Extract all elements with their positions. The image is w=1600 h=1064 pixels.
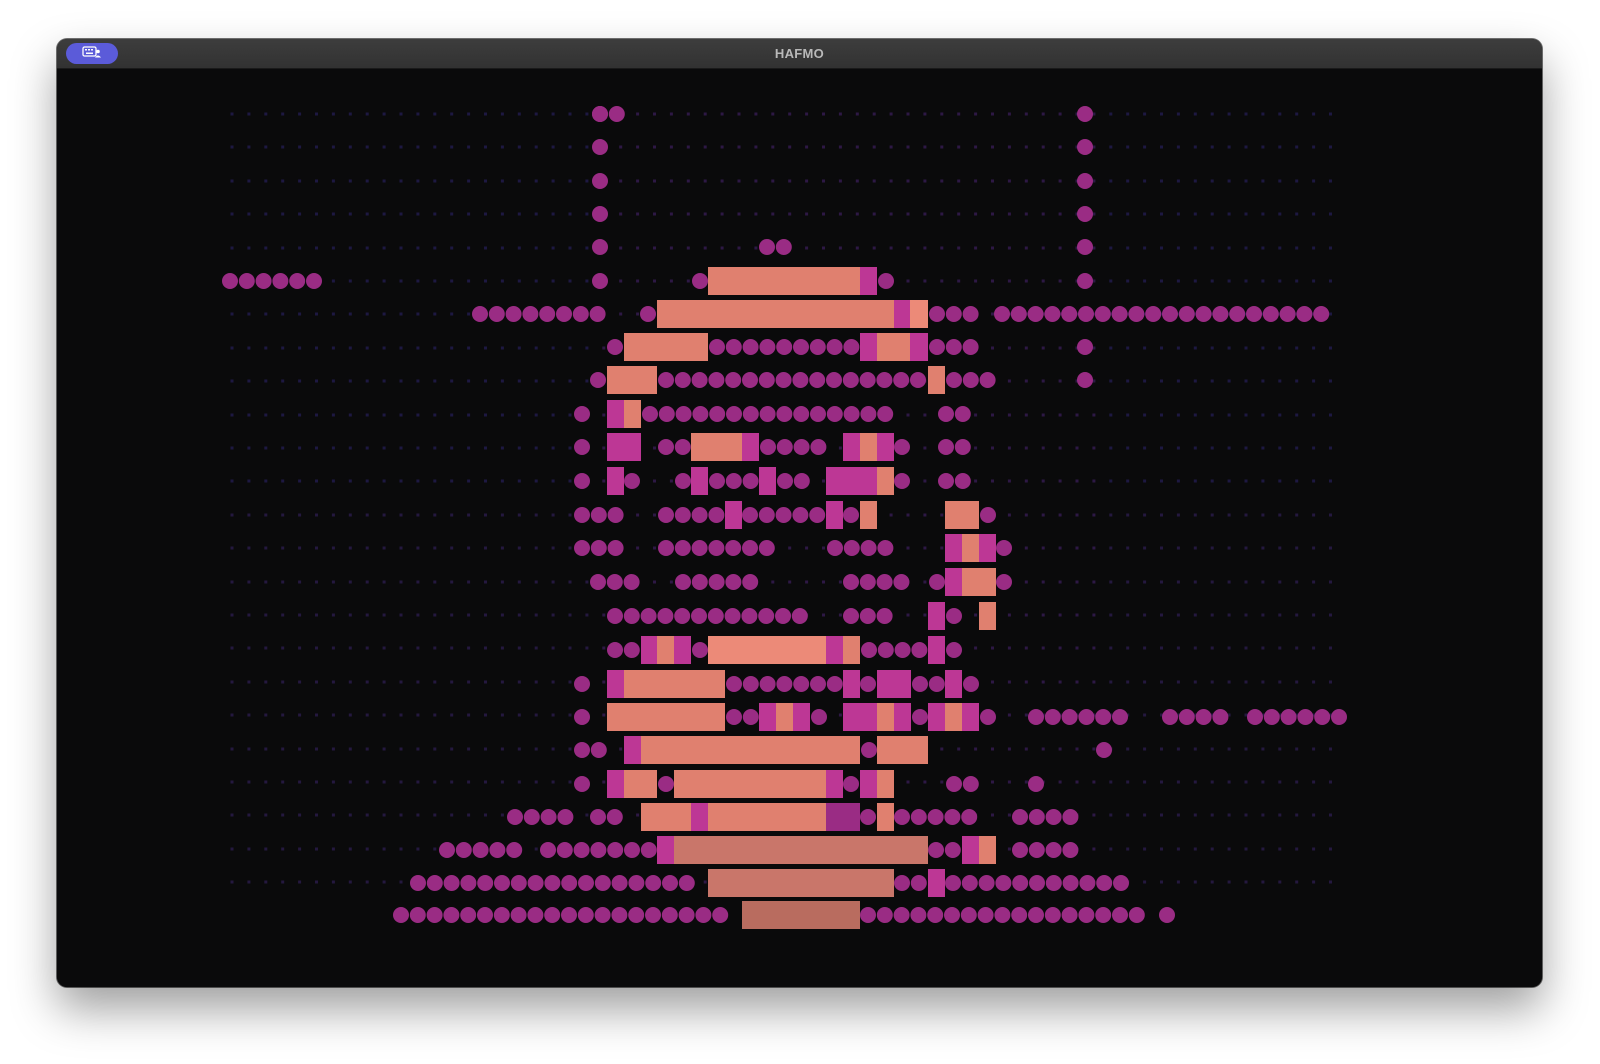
ascii-dot-portrait: [222, 106, 1347, 929]
canvas-area: [57, 69, 1542, 987]
title-bar: HAFMO: [57, 39, 1542, 69]
window-title: HAFMO: [774, 46, 825, 61]
app-window: HAFMO: [57, 39, 1542, 987]
